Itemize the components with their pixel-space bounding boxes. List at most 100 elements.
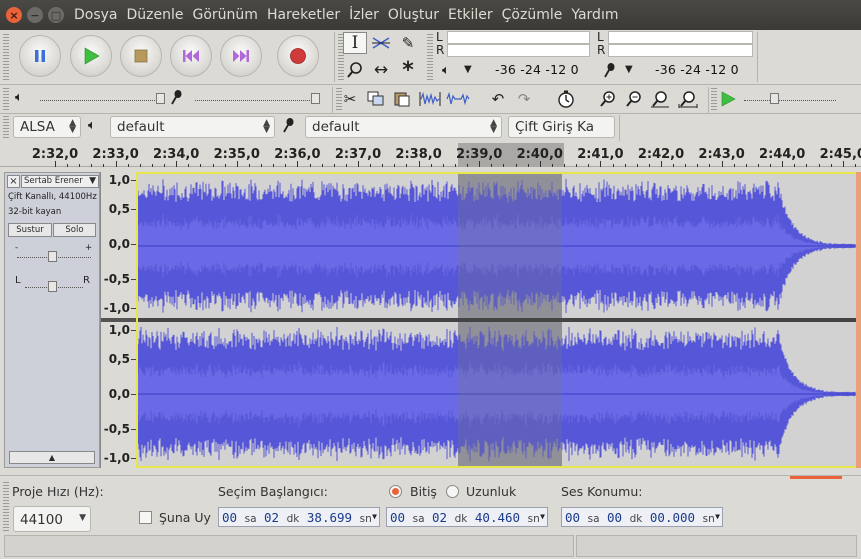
- input-volume-track[interactable]: [195, 100, 320, 101]
- copy-button[interactable]: [364, 88, 388, 110]
- selection-end-time[interactable]: 00 sa 02 dk 40.460 sn ▼: [386, 507, 548, 527]
- i-beam-icon: I: [351, 33, 359, 53]
- output-volume-slider[interactable]: [156, 93, 165, 104]
- envelope-tool[interactable]: [369, 32, 393, 54]
- stop-button[interactable]: [120, 35, 162, 77]
- track-name-menu[interactable]: Sertab Erener ▼: [21, 175, 99, 188]
- speed-track[interactable]: [744, 100, 836, 101]
- skip-to-end-button[interactable]: [220, 35, 262, 77]
- play-meter-menu-arrow-icon[interactable]: ▼: [464, 64, 472, 75]
- magnifier-icon: [347, 62, 362, 78]
- output-volume-track[interactable]: [40, 100, 165, 101]
- zoom-tool[interactable]: [343, 59, 367, 81]
- length-label: Uzunluk: [466, 484, 517, 499]
- pos-minutes: 00: [607, 510, 623, 525]
- waveform-area[interactable]: [136, 172, 858, 468]
- timeline-tick-mark: [527, 164, 529, 167]
- project-rate-dropdown[interactable]: 44100 ▼: [13, 506, 91, 532]
- menu-cozumle[interactable]: Çözümle: [502, 7, 563, 23]
- undo-button[interactable]: ↶: [486, 88, 510, 110]
- track-close-button[interactable]: ×: [7, 175, 20, 188]
- mixer-grip[interactable]: [3, 88, 9, 110]
- rec-meter-r-label: R: [597, 43, 606, 57]
- selection-tool[interactable]: I: [343, 32, 367, 54]
- timeline-ruler[interactable]: 2:32,0 2:33,0 2:34,0 2:35,0 2:36,0 2:37,0 2:38…: [0, 143, 861, 167]
- zoom-in-button[interactable]: [596, 88, 620, 110]
- stop-icon: [134, 49, 148, 63]
- menu-hareketler[interactable]: Hareketler: [267, 7, 340, 23]
- start-hours: 00: [222, 510, 238, 525]
- mute-button[interactable]: Sustur: [8, 223, 52, 237]
- solo-button[interactable]: Solo: [53, 223, 96, 237]
- close-window-button[interactable]: ×: [6, 7, 22, 23]
- unit-minutes: dk: [629, 513, 643, 525]
- toolbar-grip[interactable]: [3, 34, 9, 80]
- redo-button[interactable]: ↷: [512, 88, 536, 110]
- double-arrow-icon: ↔: [373, 60, 389, 80]
- maximize-window-button[interactable]: □: [48, 7, 64, 23]
- end-radio[interactable]: [389, 485, 402, 498]
- fit-project-button[interactable]: [676, 88, 700, 110]
- fit-selection-button[interactable]: [648, 88, 672, 110]
- minimize-window-button[interactable]: −: [27, 7, 43, 23]
- speed-slider[interactable]: [770, 93, 779, 104]
- play-meter-right[interactable]: [447, 44, 590, 57]
- audio-position-time[interactable]: 00 sa 00 dk 00.000 sn ▼: [561, 507, 723, 527]
- unit-minutes: dk: [286, 513, 300, 525]
- playback-device-dropdown[interactable]: default ▲ ▼: [110, 116, 275, 138]
- timeline-tick-mark: [648, 164, 650, 167]
- timeline-tick-mark: [418, 161, 420, 167]
- snap-to-checkbox[interactable]: [139, 511, 152, 524]
- gain-slider[interactable]: [48, 251, 57, 262]
- rec-meter-right[interactable]: [608, 44, 753, 57]
- timeline-tick-mark: [636, 164, 638, 167]
- pan-slider[interactable]: [48, 281, 57, 292]
- paste-button[interactable]: [390, 88, 414, 110]
- play-button[interactable]: [70, 35, 112, 77]
- menu-etkiler[interactable]: Etkiler: [448, 7, 493, 23]
- collapse-track-button[interactable]: ▲: [9, 451, 95, 464]
- menu-yardim[interactable]: Yardım: [571, 7, 618, 23]
- rec-meter-left[interactable]: [608, 31, 753, 44]
- amplitude-label: 0,5: [108, 202, 130, 216]
- timeline-tick-mark: [467, 164, 469, 167]
- draw-tool[interactable]: ✎: [396, 32, 420, 54]
- silence-button[interactable]: [446, 88, 470, 110]
- rec-meter-menu-arrow-icon[interactable]: ▼: [625, 64, 633, 75]
- timeline-tick-mark: [479, 161, 481, 167]
- timeline-tick-mark: [745, 164, 747, 167]
- time-shift-tool[interactable]: ↔: [369, 59, 393, 81]
- length-radio[interactable]: [446, 485, 459, 498]
- recording-device-dropdown[interactable]: default ▲ ▼: [305, 116, 502, 138]
- menu-dosya[interactable]: Dosya: [74, 7, 118, 23]
- selection-grip[interactable]: [3, 482, 9, 532]
- multi-tool[interactable]: *: [396, 58, 420, 83]
- timeline-tick-mark: [164, 164, 166, 167]
- menu-duzenle[interactable]: Düzenle: [127, 7, 184, 23]
- trim-button[interactable]: [418, 88, 442, 110]
- device-grip[interactable]: [3, 116, 9, 138]
- zoom-out-button[interactable]: [622, 88, 646, 110]
- record-button[interactable]: [277, 35, 319, 77]
- menu-izler[interactable]: İzler: [349, 7, 379, 23]
- audio-host-dropdown[interactable]: ALSA ▲ ▼: [13, 116, 81, 138]
- play-at-speed-button[interactable]: [716, 88, 740, 110]
- selection-start-time[interactable]: 00 sa 02 dk 38.699 sn ▼: [218, 507, 380, 527]
- input-volume-slider[interactable]: [311, 93, 320, 104]
- sync-lock-button[interactable]: [554, 88, 578, 110]
- dropdown-arrow-icon: ▼: [715, 512, 720, 521]
- menu-olustur[interactable]: Oluştur: [388, 7, 439, 23]
- timeline-tick-label: 2:41,0: [577, 147, 624, 162]
- playback-device-icon: 🔈︎: [88, 118, 96, 133]
- pause-button[interactable]: [19, 35, 61, 77]
- dropdown-arrow-icon: ▼: [79, 513, 86, 523]
- play-icon: [84, 47, 100, 65]
- skip-to-start-button[interactable]: [170, 35, 212, 77]
- track-control-panel[interactable]: × Sertab Erener ▼ Çift Kanallı, 44100Hz 3…: [4, 172, 100, 468]
- cut-button[interactable]: ✂: [338, 88, 362, 110]
- amplitude-ruler[interactable]: 1,0 0,5 0,0 -0,5 -1,0 1,0 0,5 0,0 -0,5 -1,0: [100, 172, 137, 468]
- play-meter-left[interactable]: [447, 31, 590, 44]
- recording-channels-dropdown[interactable]: Çift Giriş Ka: [508, 116, 615, 138]
- menu-gorunum[interactable]: Görünüm: [193, 7, 258, 23]
- meter-grip[interactable]: [427, 34, 433, 80]
